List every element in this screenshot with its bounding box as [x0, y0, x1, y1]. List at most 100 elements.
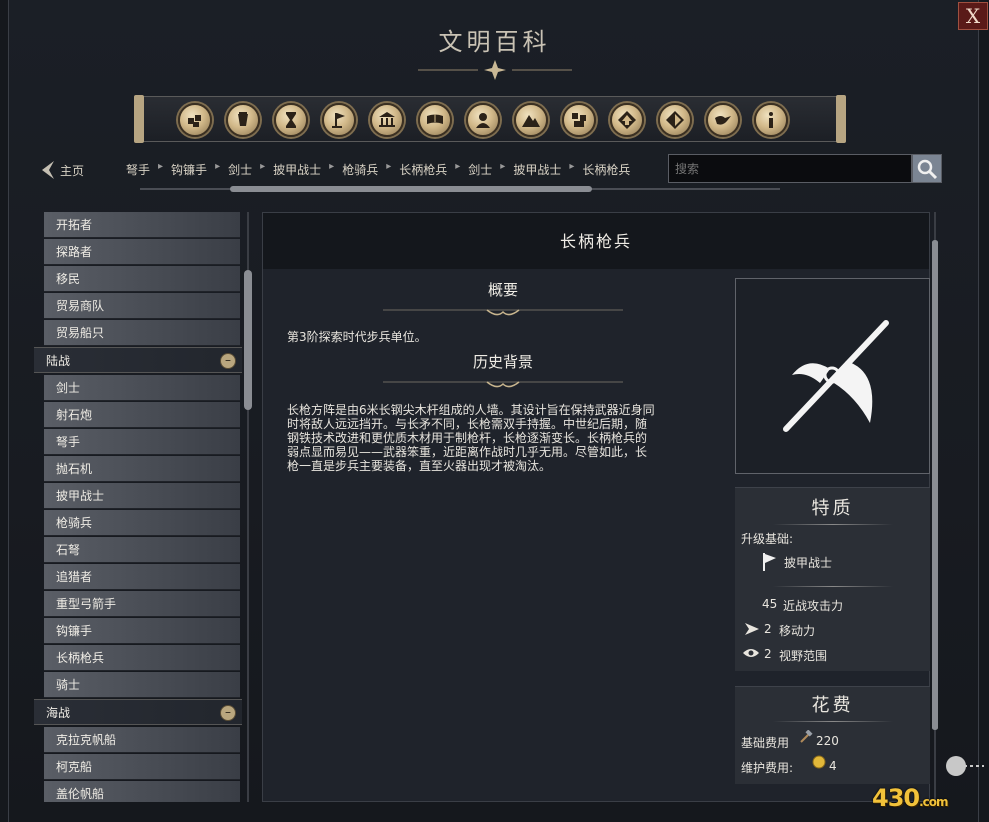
wonders-icon[interactable] — [274, 103, 308, 137]
history-line: 钢铁技术改进和更优质木材用于制枪杆，长枪逐渐变长。长柄枪兵的 — [287, 431, 648, 445]
religion-icon[interactable] — [658, 103, 692, 137]
panel-toggle-handle[interactable] — [944, 752, 984, 780]
sidebar: 开拓者 探路者 移民 贸易商队 贸易船只 陆战 – 剑士 射石炮 弩手 抛石机 … — [34, 212, 244, 802]
base-cost-label: 基础费用 — [741, 736, 790, 750]
scrollbar-thumb[interactable] — [230, 186, 592, 192]
movement-label: 移动力 — [779, 624, 816, 638]
sidebar-item[interactable]: 探路者 — [44, 239, 240, 265]
breadcrumb-scrollbar[interactable] — [140, 186, 780, 192]
melee-value: 45 — [762, 597, 778, 611]
home-button[interactable]: 主页 — [40, 160, 84, 180]
civilizations-icon[interactable] — [322, 103, 356, 137]
sidebar-item[interactable]: 剑士 — [44, 375, 240, 401]
sidebar-item[interactable]: 抛石机 — [44, 456, 240, 482]
collapse-icon[interactable]: – — [220, 353, 236, 369]
home-label: 主页 — [60, 163, 85, 178]
breadcrumb: 弩手 ▸ 钩镰手 ▸ 剑士 ▸ 披甲战士 ▸ 枪骑兵 ▸ 长柄枪兵 ▸ 剑士 ▸ 披甲战士 ▸ … — [126, 161, 630, 178]
sidebar-item[interactable]: 重型弓箭手 — [44, 591, 240, 617]
breadcrumb-separator-icon: ▸ — [386, 161, 392, 172]
upkeep-label: 维护费用: — [741, 761, 794, 775]
breadcrumb-item[interactable]: 钩镰手 — [171, 161, 207, 178]
units-icon[interactable] — [178, 103, 212, 137]
buildings-icon[interactable] — [226, 103, 260, 137]
traits-divider — [772, 524, 893, 525]
breadcrumb-item[interactable]: 披甲战士 — [513, 161, 561, 178]
back-arrow-icon — [42, 161, 54, 179]
history-line: 时将敌人远远挡开。与长矛不同，长枪需双手持握。中世纪后期，随 — [287, 417, 648, 431]
breadcrumb-item[interactable]: 剑士 — [228, 161, 252, 178]
pike-axe-icon — [782, 320, 889, 432]
icon-bar-left-cap — [134, 95, 144, 143]
sidebar-item[interactable]: 贸易船只 — [44, 320, 240, 346]
search-button[interactable] — [912, 154, 942, 183]
scrollbar-thumb[interactable] — [244, 270, 252, 410]
sidebar-item[interactable]: 贸易商队 — [44, 293, 240, 319]
traits-panel: 特质 升级基础: 披甲战士 45 近战攻击力 2 移动力 2 视野范围 — [735, 487, 930, 671]
diplomacy-icon[interactable] — [706, 103, 740, 137]
sidebar-group-land[interactable]: 陆战 – — [34, 347, 242, 373]
breadcrumb-separator-icon: ▸ — [329, 161, 335, 172]
improvements-icon[interactable] — [610, 103, 644, 137]
breadcrumb-separator-icon: ▸ — [260, 161, 266, 172]
window-title: 文明百科 — [438, 28, 551, 56]
article-title: 长柄枪兵 — [263, 213, 929, 269]
title-ornament-icon — [418, 60, 572, 80]
technology-icon[interactable] — [418, 103, 452, 137]
breadcrumb-item[interactable]: 枪骑兵 — [342, 161, 378, 178]
sidebar-item[interactable]: 长柄枪兵 — [44, 645, 240, 671]
sidebar-item[interactable]: 克拉克帆船 — [44, 727, 240, 753]
breadcrumb-item[interactable]: 长柄枪兵 — [399, 161, 447, 178]
resources-icon[interactable] — [562, 103, 596, 137]
movement-value: 2 — [764, 622, 772, 636]
gold-coin-icon — [812, 755, 826, 769]
sidebar-group-naval[interactable]: 海战 – — [34, 699, 242, 725]
breadcrumb-item[interactable]: 长柄枪兵 — [582, 161, 630, 178]
terrain-icon[interactable] — [514, 103, 548, 137]
site-watermark-logo: 430.com — [872, 784, 949, 812]
article-scrollbar[interactable] — [930, 212, 940, 802]
sidebar-item[interactable]: 钩镰手 — [44, 618, 240, 644]
sidebar-scrollbar[interactable] — [244, 212, 252, 802]
hammer-icon — [800, 730, 813, 743]
sidebar-item[interactable]: 盖伦帆船 — [44, 781, 240, 802]
government-icon[interactable] — [370, 103, 404, 137]
close-button[interactable]: X — [958, 2, 988, 30]
eye-icon — [743, 649, 759, 657]
sidebar-item[interactable]: 追猎者 — [44, 564, 240, 590]
breadcrumb-item[interactable]: 弩手 — [126, 161, 150, 178]
upgrade-label: 升级基础: — [741, 532, 794, 546]
section-divider-icon — [383, 381, 623, 388]
icon-bar-right-cap — [836, 95, 846, 143]
sidebar-item[interactable]: 石弩 — [44, 537, 240, 563]
cost-heading: 花费 — [811, 695, 854, 716]
breadcrumb-item[interactable]: 披甲战士 — [273, 161, 321, 178]
sidebar-item[interactable]: 射石炮 — [44, 402, 240, 428]
sidebar-item[interactable]: 骑士 — [44, 672, 240, 698]
history-line: 长枪方阵是由6米长钢尖木杆组成的人墙。其设计旨在保持武器近身同 — [287, 403, 655, 417]
upgrade-unit-link[interactable]: 披甲战士 — [784, 554, 832, 571]
navigation-row: 主页 弩手 ▸ 钩镰手 ▸ 剑士 ▸ 披甲战士 ▸ 枪骑兵 ▸ 长柄枪兵 ▸ 剑士 ▸ 披甲战… — [0, 154, 989, 184]
sidebar-item[interactable]: 移民 — [44, 266, 240, 292]
breadcrumb-item[interactable]: 剑士 — [468, 161, 492, 178]
breadcrumb-separator-icon: ▸ — [158, 161, 164, 172]
sidebar-item[interactable]: 弩手 — [44, 429, 240, 455]
flag-icon — [763, 553, 776, 571]
history-line: 枪一直是步兵主要装备，直至火器出现才被淘汰。 — [287, 459, 552, 473]
sight-value: 2 — [764, 647, 772, 661]
search-input[interactable] — [668, 154, 912, 183]
collapse-icon[interactable]: – — [220, 705, 236, 721]
summary-heading: 概要 — [487, 281, 518, 299]
sidebar-item[interactable]: 披甲战士 — [44, 483, 240, 509]
traits-heading: 特质 — [811, 498, 854, 519]
sidebar-item[interactable]: 开拓者 — [44, 212, 240, 238]
info-icon[interactable] — [754, 103, 788, 137]
category-icon-bar — [134, 95, 846, 143]
breadcrumb-separator-icon: ▸ — [500, 161, 506, 172]
sidebar-group-label: 海战 — [46, 706, 71, 720]
sidebar-item[interactable]: 枪骑兵 — [44, 510, 240, 536]
scrollbar-thumb[interactable] — [931, 240, 939, 730]
great-people-icon[interactable] — [466, 103, 500, 137]
sidebar-item[interactable]: 柯克船 — [44, 754, 240, 780]
breadcrumb-separator-icon: ▸ — [569, 161, 575, 172]
sidebar-group-label: 陆战 — [46, 354, 71, 368]
